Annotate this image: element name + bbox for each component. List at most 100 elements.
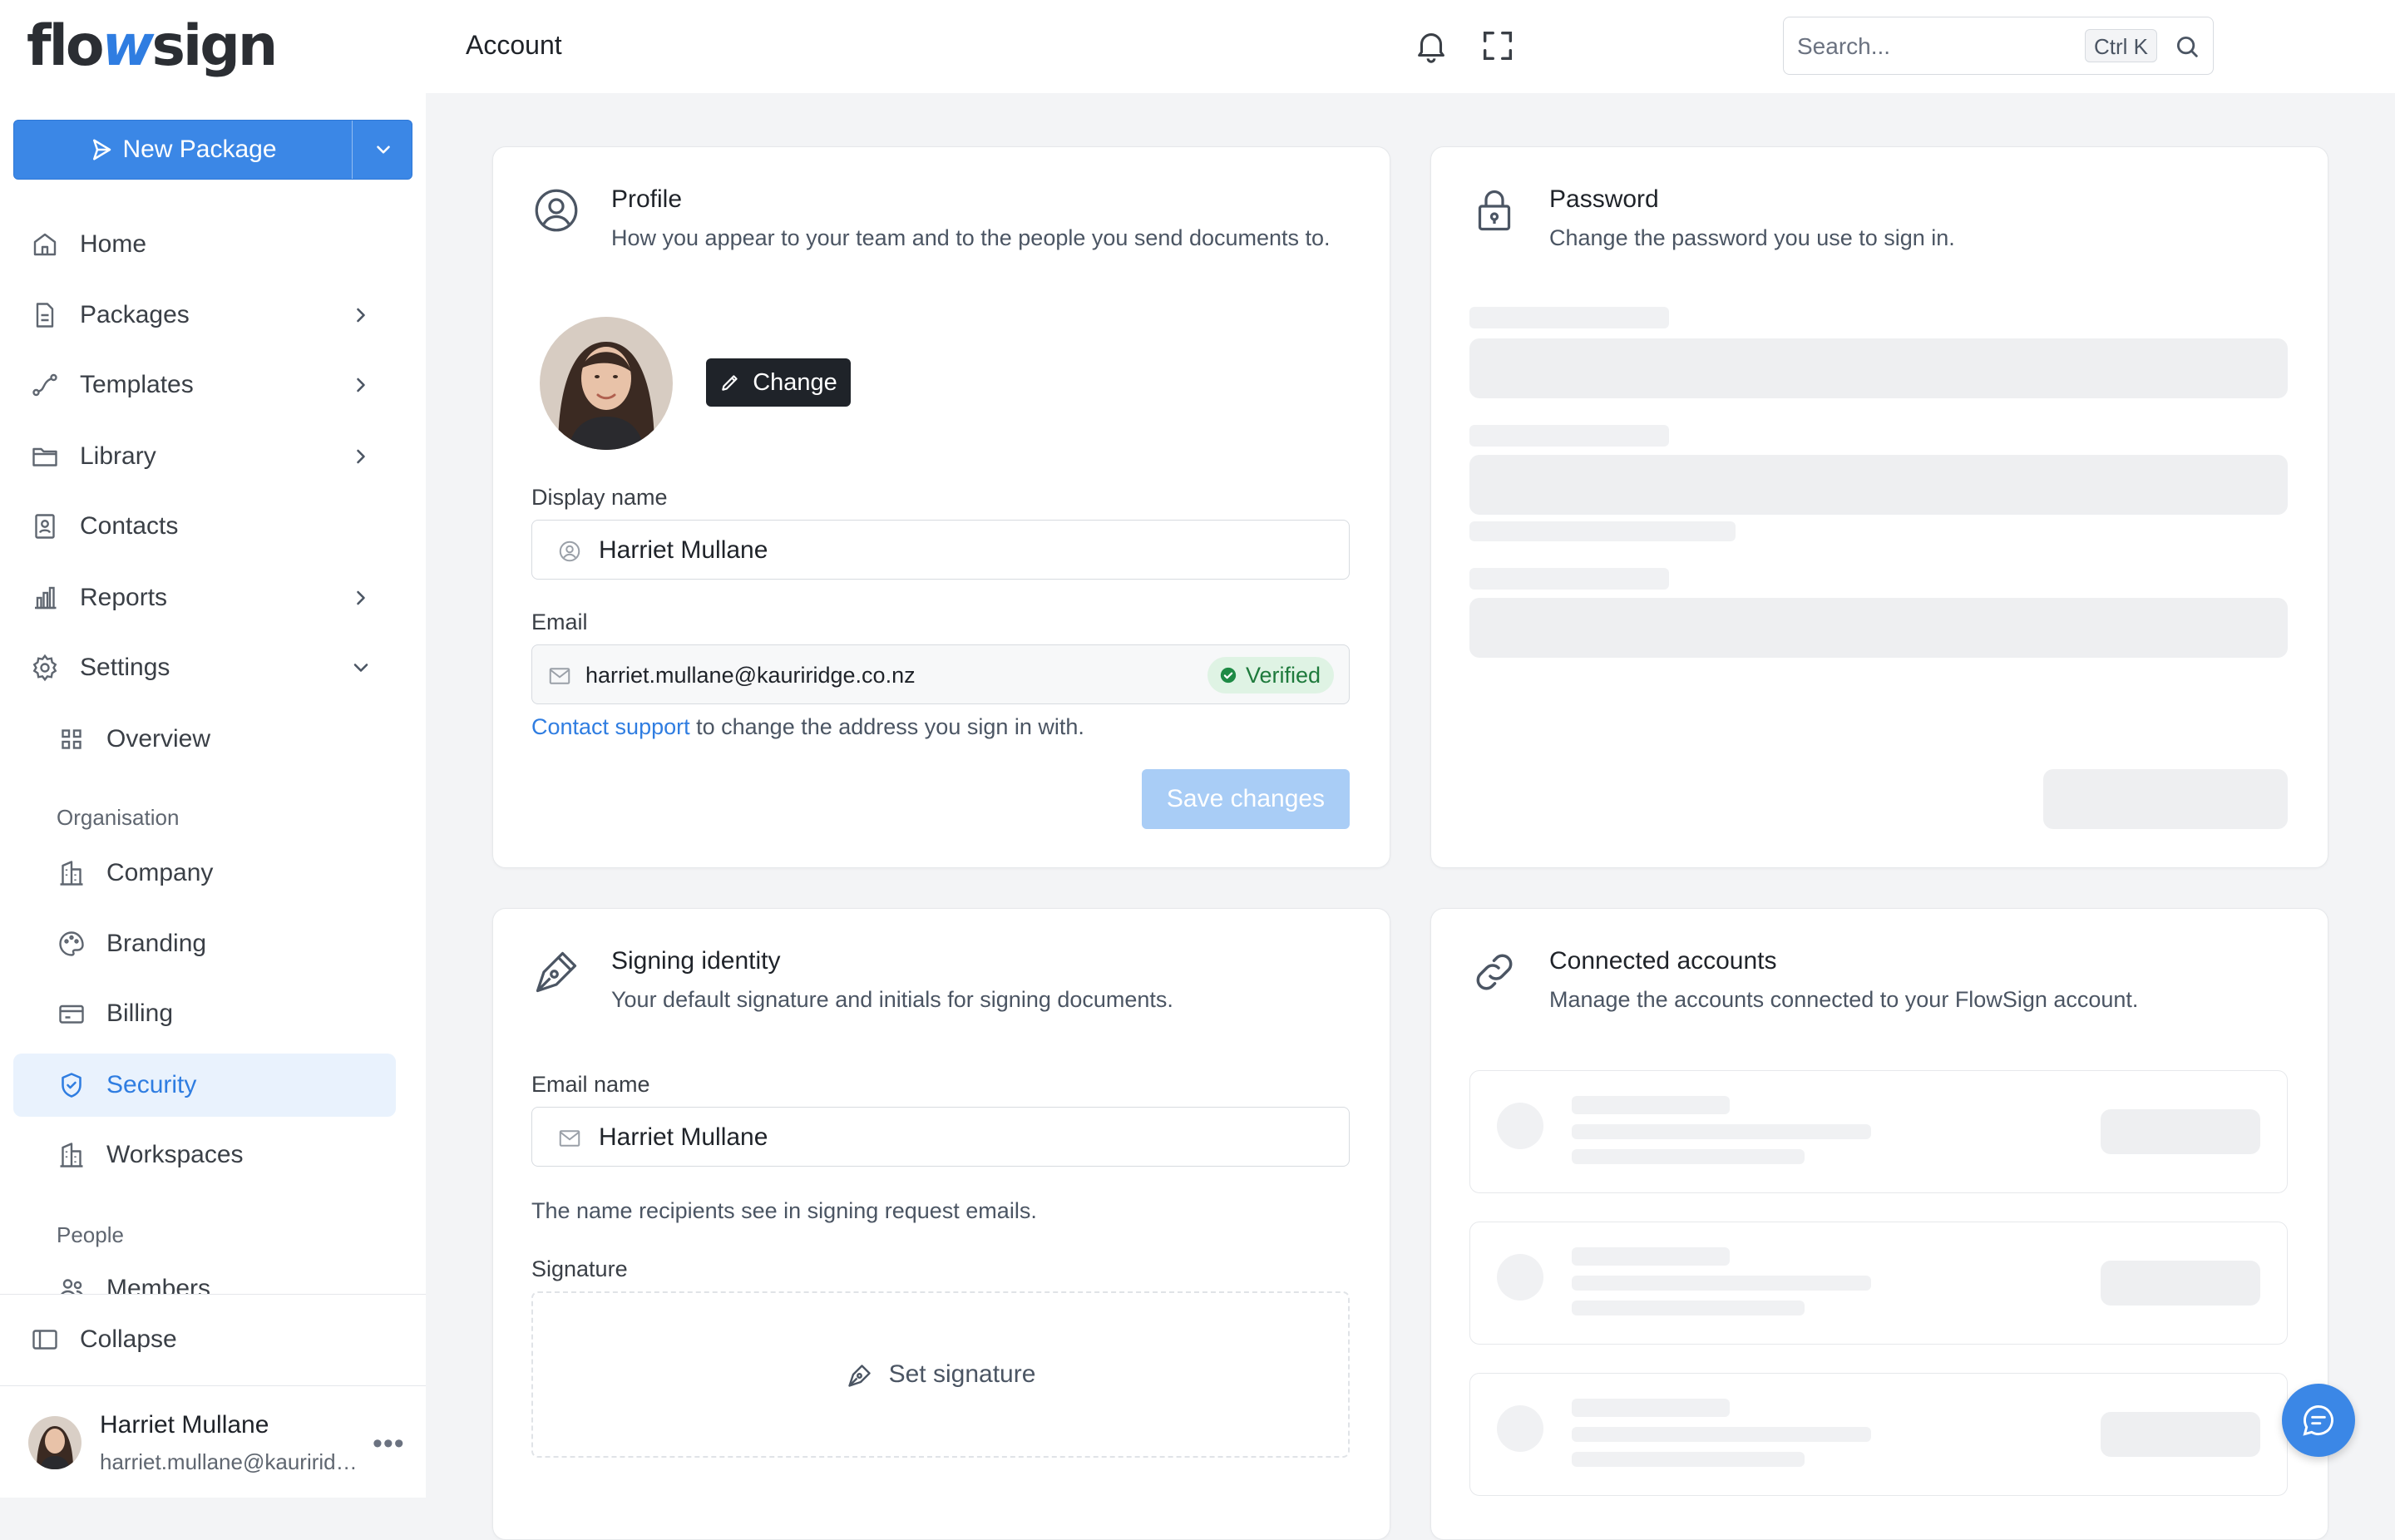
skeleton-avatar: [1497, 1405, 1543, 1452]
email-helper-text: to change the address you sign in with.: [689, 714, 1084, 739]
email-input: [585, 657, 1168, 693]
email-label: Email: [531, 610, 588, 634]
user-menu[interactable]: Harriet Mullane harriet.mullane@kauririd…: [0, 1385, 426, 1498]
email-name-field[interactable]: [531, 1107, 1350, 1167]
change-avatar-button[interactable]: Change: [706, 358, 851, 407]
user-email: harriet.mullane@kauriridge.co.nz: [100, 1449, 358, 1474]
sidebar-item-packages[interactable]: Packages: [13, 284, 396, 347]
connected-account-skeleton-row: [1469, 1222, 2288, 1345]
sidebar-item-company[interactable]: Company: [13, 842, 396, 905]
skeleton-line: [1572, 1247, 1730, 1266]
chat-icon: [2300, 1402, 2337, 1439]
skeleton-avatar: [1497, 1103, 1543, 1149]
profile-subtitle: How you appear to your team and to the p…: [611, 225, 1331, 250]
display-name-input[interactable]: [599, 532, 1181, 569]
sidebar-item-label: Home: [80, 230, 147, 258]
save-changes-button[interactable]: Save changes: [1142, 769, 1350, 829]
skeleton-line: [1572, 1149, 1805, 1164]
contacts-icon: [30, 511, 60, 541]
change-label: Change: [753, 368, 837, 396]
skeleton-line: [1572, 1276, 1871, 1291]
user-circle-icon: [557, 539, 582, 564]
sidebar-item-label: Overview: [106, 725, 211, 753]
email-helper: Contact support to change the address yo…: [531, 714, 1084, 740]
sidebar-item-label: Templates: [80, 371, 194, 398]
password-card: Password Change the password you use to …: [1430, 146, 2328, 868]
chevron-right-icon: [349, 445, 373, 468]
skeleton-button: [2101, 1412, 2260, 1457]
shield-check-icon: [57, 1070, 86, 1100]
mail-icon: [547, 664, 572, 689]
sidebar-item-overview[interactable]: Overview: [13, 708, 396, 771]
link-icon: [1469, 947, 1519, 997]
profile-card: Profile How you appear to your team and …: [492, 146, 1390, 868]
sidebar-item-label: Library: [80, 442, 156, 470]
search-icon[interactable]: [2173, 32, 2201, 61]
pencil-icon: [719, 372, 741, 393]
skeleton-line: [1469, 568, 1669, 590]
sidebar-item-billing[interactable]: Billing: [13, 982, 396, 1045]
sidebar-item-members[interactable]: Members: [13, 1257, 396, 1294]
chat-button[interactable]: [2282, 1384, 2355, 1457]
set-signature-dropzone[interactable]: Set signature: [531, 1291, 1350, 1458]
pen-nib-icon: [846, 1360, 876, 1389]
check-circle-icon: [1219, 666, 1237, 684]
sidebar-item-contacts[interactable]: Contacts: [13, 495, 396, 558]
contact-support-link[interactable]: Contact support: [531, 714, 690, 739]
sidebar: flowsign New Package Home Packages Templ…: [0, 0, 426, 1498]
verified-badge: Verified: [1207, 657, 1334, 693]
sidebar-item-settings[interactable]: Settings: [13, 636, 396, 699]
chevron-down-icon: [349, 656, 373, 679]
skeleton-line: [1572, 1301, 1805, 1315]
skeleton-field: [1469, 455, 2288, 515]
fullscreen-icon[interactable]: [1479, 27, 1517, 65]
sidebar-item-reports[interactable]: Reports: [13, 566, 396, 629]
profile-avatar: [540, 317, 673, 450]
skeleton-line: [1572, 1124, 1871, 1139]
gear-icon: [30, 653, 60, 683]
sidebar-item-label: Branding: [106, 930, 207, 957]
sidebar-item-security[interactable]: Security: [13, 1054, 396, 1117]
sidebar-item-branding[interactable]: Branding: [13, 912, 396, 975]
sidebar-item-label: Members: [106, 1275, 211, 1294]
user-name: Harriet Mullane: [100, 1411, 269, 1439]
profile-title: Profile: [611, 185, 683, 213]
skeleton-field: [1469, 338, 2288, 398]
sidebar-item-workspaces[interactable]: Workspaces: [13, 1123, 396, 1187]
skeleton-avatar: [1497, 1254, 1543, 1301]
display-name-field[interactable]: [531, 520, 1350, 580]
new-package-label: New Package: [122, 136, 277, 163]
skeleton-line: [1469, 307, 1669, 328]
more-icon[interactable]: •••: [373, 1428, 405, 1460]
collapse-sidebar-button[interactable]: Collapse: [13, 1308, 396, 1371]
palette-icon: [57, 929, 86, 959]
file-icon: [30, 300, 60, 330]
sidebar-item-library[interactable]: Library: [13, 425, 396, 488]
new-package-button[interactable]: New Package: [14, 121, 352, 179]
sidebar-item-home[interactable]: Home: [13, 213, 396, 276]
search-box: Ctrl K: [1783, 17, 2214, 75]
new-package-split-button: New Package: [13, 120, 412, 180]
email-field: Verified: [531, 644, 1350, 704]
sidebar-item-label: Contacts: [80, 512, 179, 540]
building-icon: [57, 858, 86, 888]
email-name-input[interactable]: [599, 1119, 1181, 1156]
lock-icon: [1469, 185, 1519, 235]
mail-icon: [557, 1126, 582, 1151]
route-icon: [30, 370, 60, 400]
skeleton-line: [1469, 521, 1736, 541]
home-icon: [30, 230, 60, 259]
page-title: Account: [466, 30, 562, 60]
bell-icon[interactable]: [1412, 27, 1450, 65]
users-icon: [57, 1274, 86, 1294]
flowsign-logo[interactable]: flowsign: [27, 18, 278, 75]
connected-subtitle: Manage the accounts connected to your Fl…: [1549, 987, 2139, 1012]
chevron-right-icon: [349, 586, 373, 610]
skeleton-line: [1469, 425, 1669, 447]
search-input[interactable]: [1795, 27, 2073, 66]
top-header: Account Ctrl K: [426, 0, 2395, 93]
connected-accounts-card: Connected accounts Manage the accounts c…: [1430, 908, 2328, 1540]
sidebar-item-label: Company: [106, 859, 214, 886]
new-package-dropdown-button[interactable]: [352, 121, 414, 179]
sidebar-item-templates[interactable]: Templates: [13, 353, 396, 417]
